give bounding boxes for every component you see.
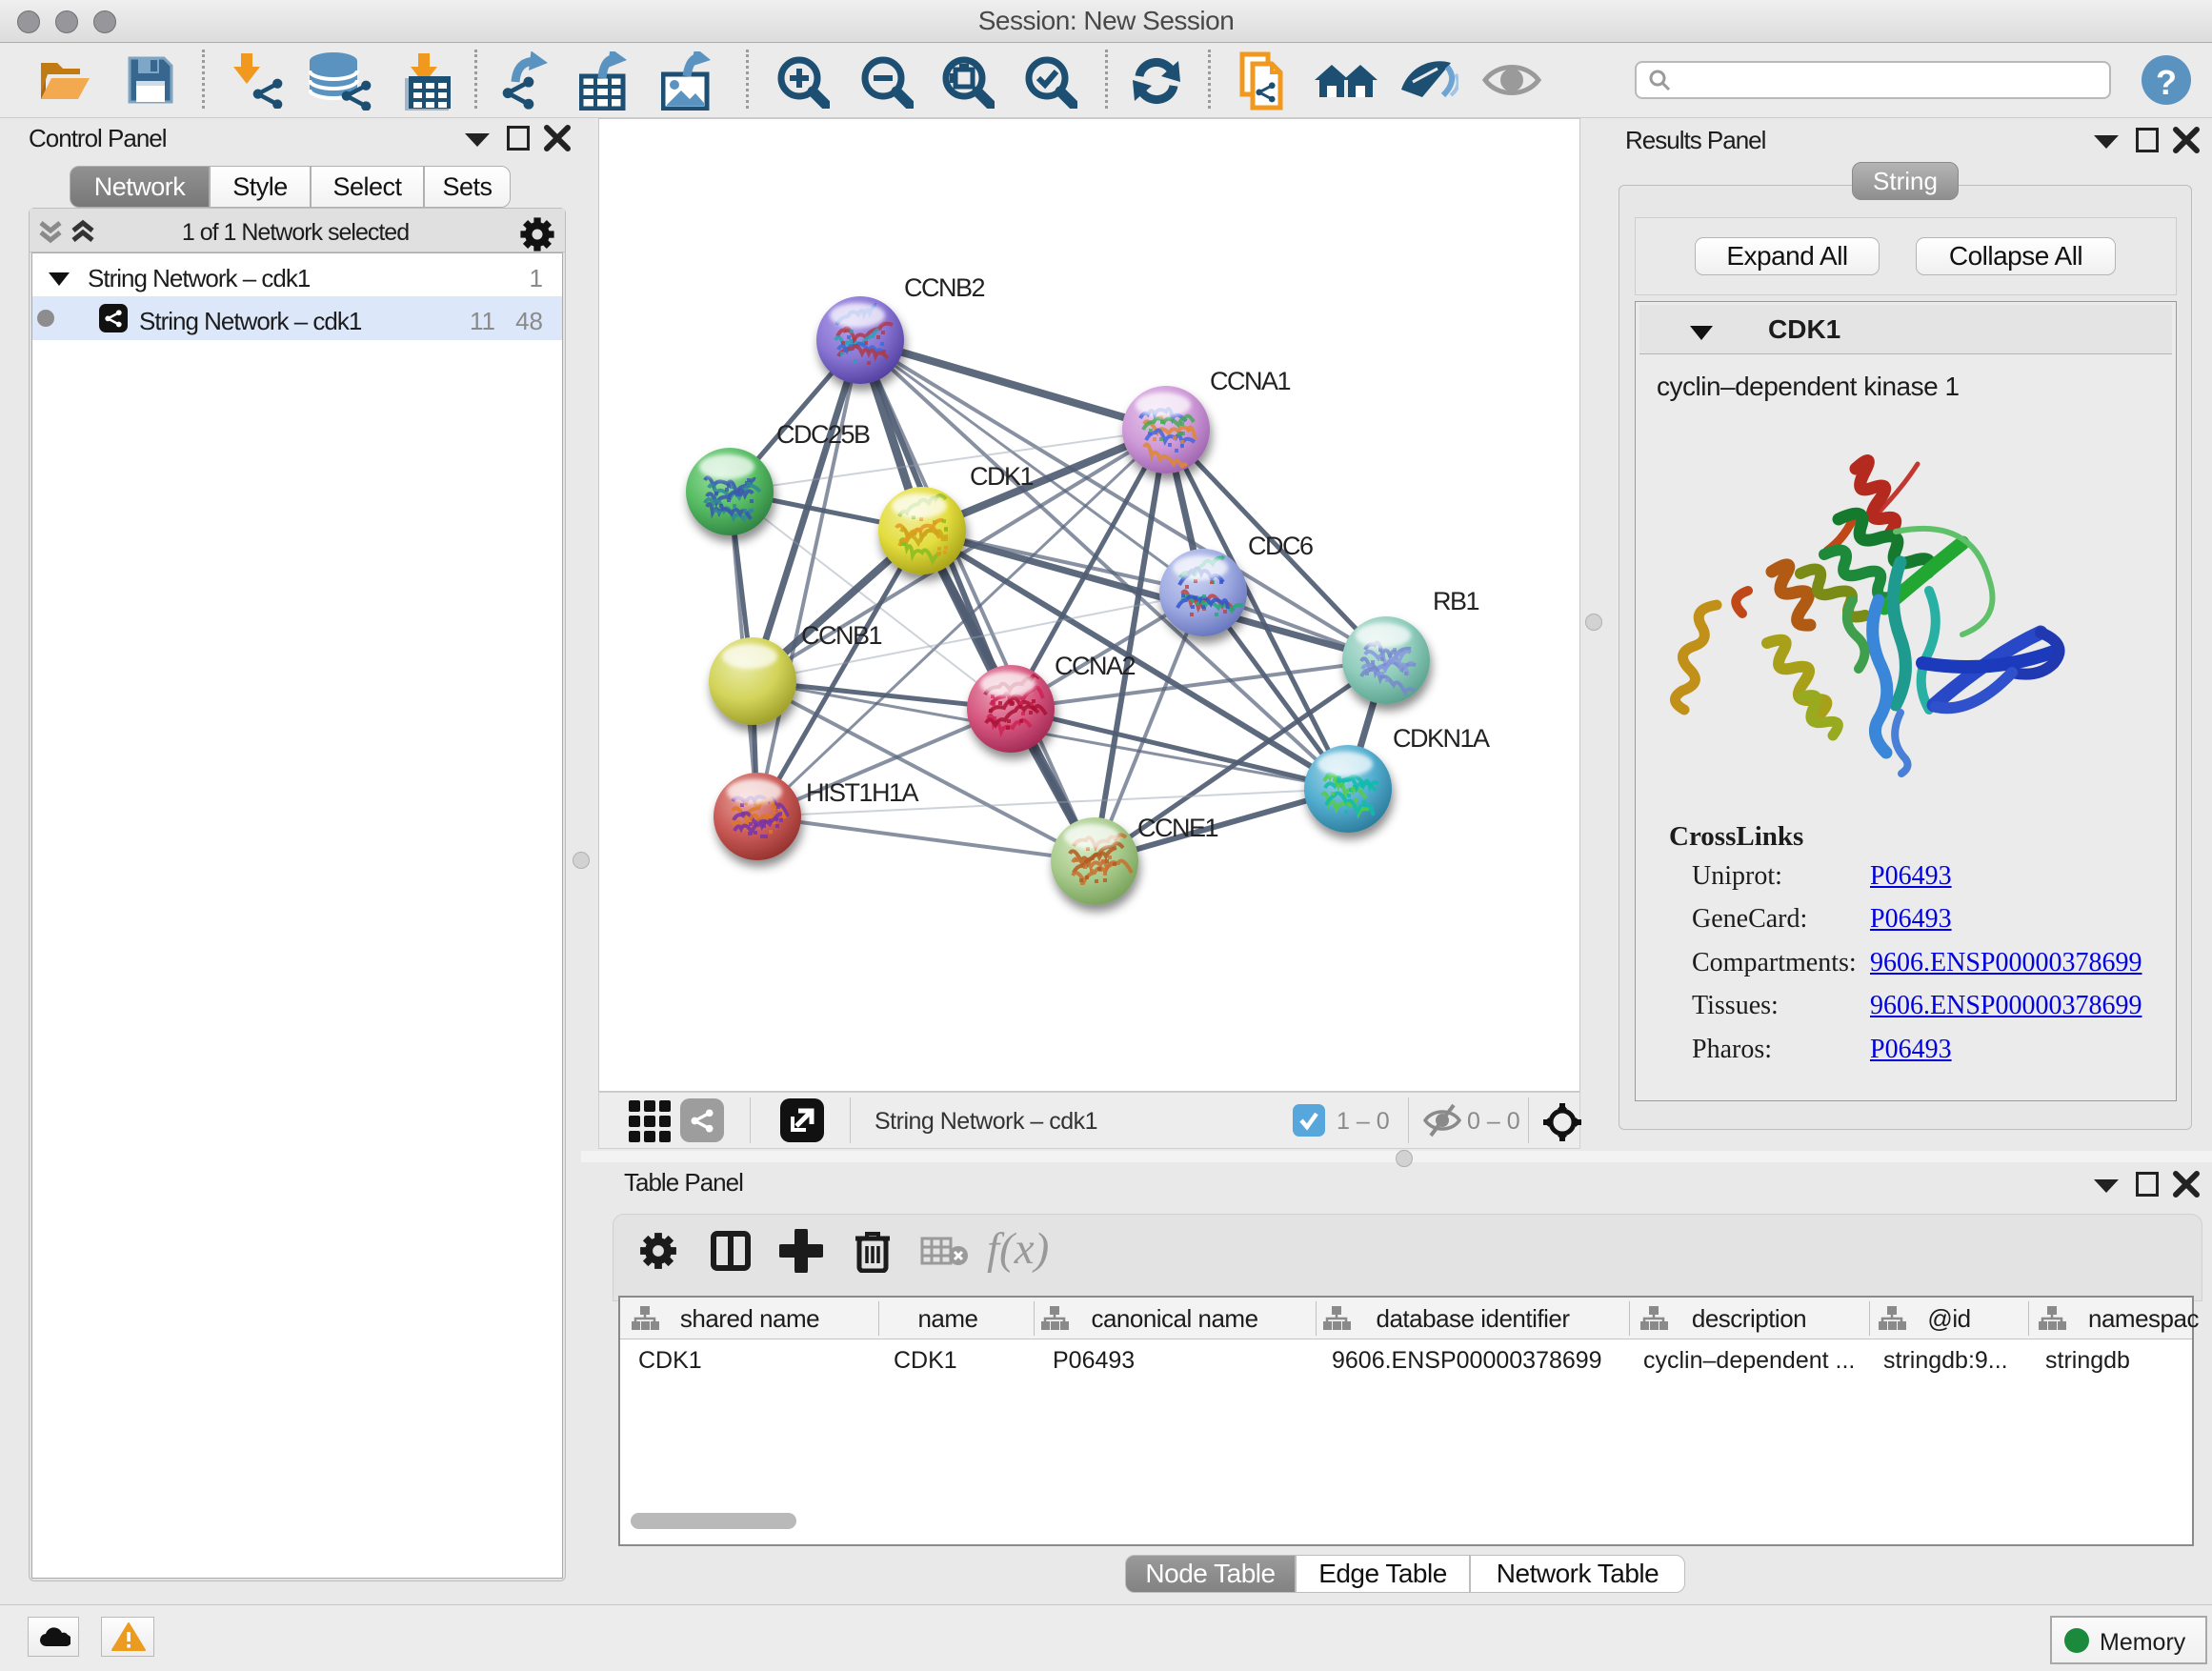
svg-text:CCNE1: CCNE1 bbox=[1137, 814, 1218, 842]
svg-text:CDKN1A: CDKN1A bbox=[1393, 724, 1490, 753]
svg-text:CCNA1: CCNA1 bbox=[1210, 367, 1291, 395]
svg-text:CDC25B: CDC25B bbox=[776, 420, 870, 449]
svg-text:CDC6: CDC6 bbox=[1248, 532, 1313, 560]
svg-text:CDK1: CDK1 bbox=[970, 462, 1034, 491]
svg-text:CCNB2: CCNB2 bbox=[904, 273, 985, 302]
svg-text:HIST1H1A: HIST1H1A bbox=[806, 778, 919, 807]
svg-text:CCNA2: CCNA2 bbox=[1055, 652, 1136, 680]
svg-text:RB1: RB1 bbox=[1433, 587, 1479, 615]
svg-text:CCNB1: CCNB1 bbox=[801, 621, 882, 650]
